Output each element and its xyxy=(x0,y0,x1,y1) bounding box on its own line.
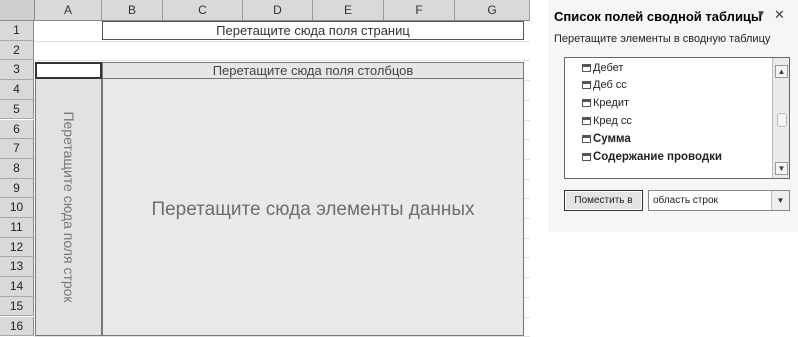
page-field-drop-area[interactable]: Перетащите сюда поля страниц xyxy=(102,21,524,40)
field-item[interactable]: Содержание проводки xyxy=(582,150,722,165)
dropdown-arrow-icon[interactable]: ▼ xyxy=(756,9,766,20)
row-header[interactable]: 6 xyxy=(0,119,34,140)
field-item[interactable]: Дебет xyxy=(582,61,623,76)
field-item[interactable]: Кредит xyxy=(582,96,629,111)
row-header[interactable]: 12 xyxy=(0,237,34,258)
field-label: Кредит xyxy=(593,97,630,109)
row-header[interactable]: 3 xyxy=(0,60,34,81)
row-header[interactable]: 13 xyxy=(0,257,34,278)
field-label: Сумма xyxy=(593,133,631,145)
row-header[interactable]: 11 xyxy=(0,218,34,238)
row-header[interactable]: 8 xyxy=(0,158,34,179)
data-drop-label: Перетащите сюда элементы данных xyxy=(151,199,475,220)
select-all-corner[interactable] xyxy=(0,0,35,20)
field-list-scrollbar[interactable]: ▲ ▼ xyxy=(772,58,789,178)
row-header[interactable]: 4 xyxy=(0,80,34,100)
field-label: Дебет xyxy=(593,62,624,74)
spreadsheet: A B C D E F G 1 2 3 4 5 6 7 8 9 10 11 12 13 14 15 16 Пе… xyxy=(0,0,530,337)
row-header[interactable]: 15 xyxy=(0,296,34,317)
field-icon xyxy=(582,117,591,125)
field-item[interactable]: Кред сс xyxy=(582,114,632,129)
field-item[interactable]: Сумма xyxy=(582,132,631,147)
area-select-value: область строк xyxy=(653,195,718,206)
chevron-down-icon[interactable]: ▼ xyxy=(771,191,789,210)
row-drop-label: Перетащите сюда поля строк xyxy=(60,111,77,303)
field-icon xyxy=(582,153,591,161)
field-icon xyxy=(582,99,591,107)
data-field-drop-area[interactable]: Перетащите сюда элементы данных xyxy=(102,79,524,336)
row-header[interactable]: 2 xyxy=(0,40,34,61)
row-header[interactable]: 14 xyxy=(0,277,34,297)
column-header-bar: A B C D E F G xyxy=(0,0,530,21)
scroll-up-icon[interactable]: ▲ xyxy=(775,65,788,78)
gridline xyxy=(34,40,530,42)
column-header-d[interactable]: D xyxy=(243,0,313,20)
column-header-a[interactable]: A xyxy=(35,0,102,20)
row-field-drop-area[interactable]: Перетащите сюда поля строк xyxy=(35,79,102,336)
row-header[interactable]: 7 xyxy=(0,139,34,159)
pivot-field-list-pane: Список полей сводной таблицы ▼ ✕ Перетащ… xyxy=(548,0,798,232)
area-select[interactable]: область строк ▼ xyxy=(648,190,790,211)
column-header-e[interactable]: E xyxy=(313,0,384,20)
field-icon xyxy=(582,135,591,143)
scroll-down-icon[interactable]: ▼ xyxy=(775,162,788,175)
close-icon[interactable]: ✕ xyxy=(774,7,785,23)
place-in-button[interactable]: Поместить в xyxy=(564,190,643,211)
pivot-corner-cell[interactable] xyxy=(35,62,102,79)
column-header-g[interactable]: G xyxy=(455,0,530,20)
column-header-c[interactable]: C xyxy=(163,0,243,20)
row-header[interactable]: 10 xyxy=(0,198,34,218)
row-header[interactable]: 1 xyxy=(0,21,34,41)
scroll-thumb[interactable] xyxy=(777,113,787,127)
row-header[interactable]: 16 xyxy=(0,316,34,337)
column-header-b[interactable]: B xyxy=(102,0,163,20)
pane-title: Список полей сводной таблицы xyxy=(554,9,763,24)
row-header[interactable]: 9 xyxy=(0,178,34,199)
pane-subtitle: Перетащите элементы в сводную таблицу xyxy=(554,33,771,45)
row-header[interactable]: 5 xyxy=(0,99,34,120)
field-item[interactable]: Деб сс xyxy=(582,78,627,93)
field-list: Дебет Деб сс Кредит Кред сс Сумма Содерж… xyxy=(564,57,790,179)
field-label: Деб сс xyxy=(593,79,627,91)
column-field-drop-area[interactable]: Перетащите сюда поля столбцов xyxy=(102,62,524,79)
field-icon xyxy=(582,81,591,89)
field-label: Кред сс xyxy=(593,115,632,127)
column-header-f[interactable]: F xyxy=(384,0,455,20)
field-label: Содержание проводки xyxy=(593,151,722,163)
field-icon xyxy=(582,64,591,72)
